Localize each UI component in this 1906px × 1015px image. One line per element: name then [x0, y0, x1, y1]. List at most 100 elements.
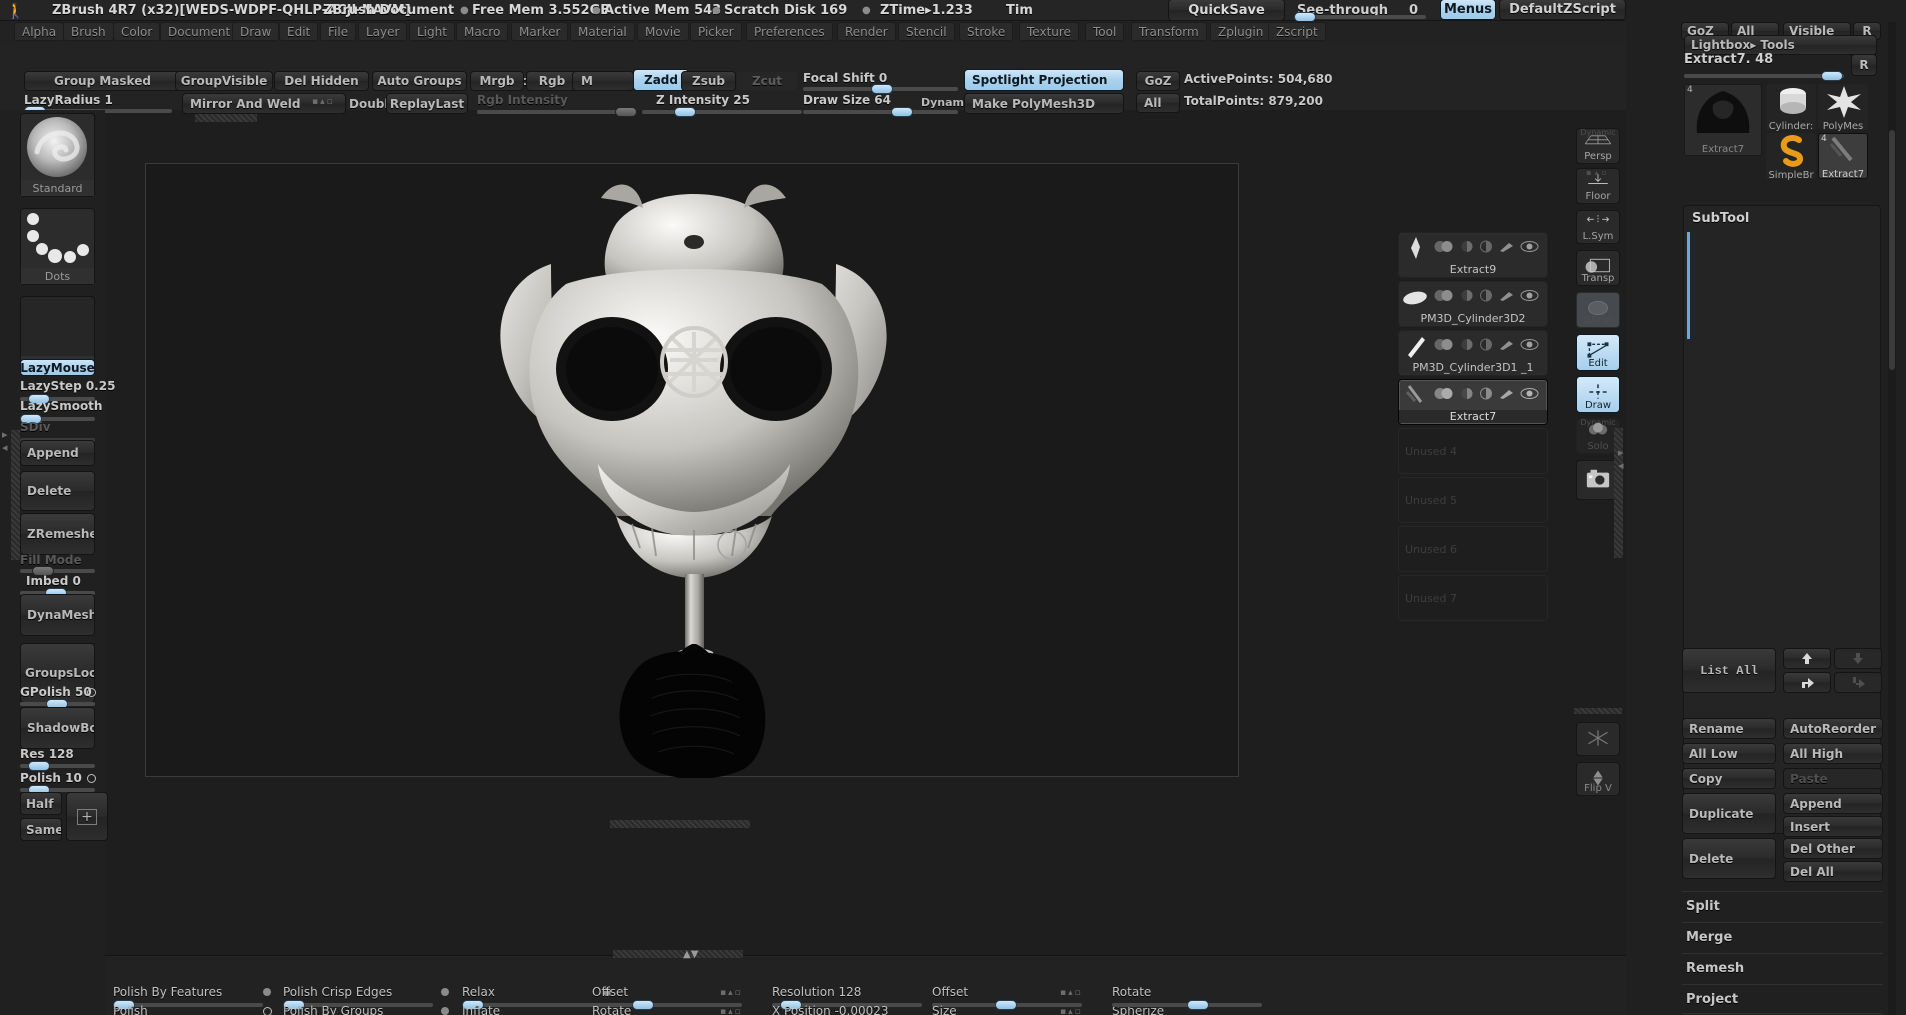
subtool-brush-icon[interactable] [1498, 336, 1515, 355]
canvas-bottom-grip[interactable] [610, 820, 750, 828]
focal-shift-slider[interactable] [803, 84, 958, 94]
tool-thumb-simplebrush[interactable]: SimpleBr [1766, 133, 1816, 181]
subtool-dual-circle-icon[interactable] [1433, 336, 1455, 355]
del-other-button[interactable]: Del Other [1783, 838, 1883, 859]
left-shelf-grip[interactable] [11, 430, 20, 560]
subtool-brush-icon[interactable] [1498, 238, 1515, 257]
lazy-mouse-toggle[interactable]: LazyMouse [20, 359, 95, 376]
all-low-button[interactable]: All Low [1682, 743, 1776, 764]
group-visible-button[interactable]: GroupVisible [175, 71, 273, 91]
subtool-half-circle-icon[interactable] [1460, 287, 1474, 306]
menu-item-stencil[interactable]: Stencil [898, 22, 955, 41]
subtool-row-pm3d-cylinder3d2[interactable]: PM3D_Cylinder3D2 [1398, 281, 1548, 327]
list-all-button[interactable]: List All [1682, 648, 1776, 693]
menu-item-picker[interactable]: Picker [690, 22, 742, 41]
menu-item-texture[interactable]: Texture [1019, 22, 1079, 41]
move-out-button[interactable] [1783, 672, 1831, 693]
rotate-2-slider[interactable] [1112, 1000, 1262, 1010]
canvas-top-grip[interactable] [195, 114, 257, 122]
menu-item-movie[interactable]: Movie [637, 22, 689, 41]
subtool-row-extract7[interactable]: Extract7 [1398, 379, 1548, 425]
subtool-menu-merge[interactable]: Merge [1686, 930, 1732, 945]
menu-item-light[interactable]: Light [409, 22, 455, 41]
subtool-half-circle-icon[interactable] [1460, 336, 1474, 355]
rail-grip-lower-a[interactable] [1574, 708, 1622, 714]
fill-mode-slider[interactable] [20, 566, 95, 576]
rgb-intensity-slider[interactable] [477, 107, 637, 117]
menu-item-tool[interactable]: Tool [1085, 22, 1125, 41]
subtool-eye-icon[interactable] [1520, 238, 1539, 257]
subtool-menu-split[interactable]: Split [1686, 899, 1720, 914]
subtool-split-circle-icon[interactable] [1479, 287, 1493, 306]
brush-swatch[interactable]: Standard [20, 113, 95, 197]
subtool-eye-icon[interactable] [1520, 385, 1539, 404]
transp-button[interactable]: Transp [1576, 250, 1620, 286]
z-intensity-slider[interactable] [642, 107, 802, 117]
all-button[interactable]: All [1136, 93, 1180, 113]
dynamesh-button[interactable]: DynaMesh [20, 594, 95, 636]
menu-item-zplugin[interactable]: Zplugin [1210, 22, 1272, 41]
polish-by-groups-dot-icon[interactable] [441, 1007, 449, 1015]
polish-crisp-edges-dot-icon[interactable] [441, 988, 449, 996]
move-up-button[interactable] [1783, 648, 1831, 669]
subtool-unused-4[interactable]: Unused 4 [1398, 428, 1548, 474]
menu-item-stroke[interactable]: Stroke [959, 22, 1014, 41]
zsub-button[interactable]: Zsub [681, 71, 736, 91]
menu-item-edit[interactable]: Edit [279, 22, 319, 41]
subtool-menu-remesh[interactable]: Remesh [1686, 961, 1744, 976]
right-panel-scroll-thumb[interactable] [1889, 130, 1895, 370]
quicksave-button[interactable]: QuickSave [1168, 0, 1285, 21]
gpolish-circle-icon[interactable] [87, 688, 96, 697]
menu-item-preferences[interactable]: Preferences [746, 22, 833, 41]
tool-slider[interactable] [1684, 71, 1844, 81]
del-hidden-button[interactable]: Del Hidden [274, 71, 369, 91]
menu-item-zscript[interactable]: Zscript [1268, 22, 1326, 41]
tool-thumb-extract7-small[interactable]: 4 Extract7 [1818, 133, 1868, 179]
duplicate-button[interactable]: Duplicate [1682, 793, 1776, 834]
stroke-swatch[interactable]: Dots [20, 208, 95, 285]
bottom-shelf-grip[interactable] [613, 950, 743, 958]
subtool-unused-6[interactable]: Unused 6 [1398, 526, 1548, 572]
mrgb-button[interactable]: Mrgb [470, 71, 524, 91]
polish-by-features-dot-icon[interactable] [263, 988, 271, 996]
append-subtool-button[interactable]: Append [1783, 793, 1883, 814]
menu-item-brush[interactable]: Brush [63, 22, 114, 41]
edit-button[interactable]: Edit [1576, 334, 1620, 371]
move-in-button[interactable] [1834, 672, 1882, 693]
append-button[interactable]: Append [20, 440, 95, 466]
spotlight-projection-button[interactable]: Spotlight Projection [964, 69, 1124, 91]
shadowbox-button[interactable]: ShadowBox [20, 707, 95, 749]
subtool-scroll-indicator[interactable] [1687, 232, 1690, 339]
rgb-button[interactable]: Rgb [526, 71, 578, 91]
draw-button[interactable]: Draw [1576, 376, 1620, 413]
polish-circle-icon[interactable] [87, 774, 96, 783]
menus-toggle[interactable]: Menus [1440, 0, 1496, 20]
tool-r-button[interactable]: R [1851, 54, 1877, 76]
same-button[interactable]: Same [20, 818, 62, 841]
rail-collapse-arrow-icon[interactable]: ▸ ◂ [1618, 446, 1624, 472]
subtool-split-circle-icon[interactable] [1479, 385, 1493, 404]
ghost-button[interactable]: Ghost [1576, 292, 1620, 328]
subtool-brush-icon[interactable] [1498, 287, 1515, 306]
goz-button[interactable]: GoZ [1136, 71, 1180, 91]
lower-tool-b[interactable]: Flip V [1576, 762, 1620, 796]
persp-button[interactable]: Dynamic Persp [1576, 128, 1620, 164]
polish-circle-icon-bottom[interactable] [263, 1007, 272, 1015]
auto-reorder-button[interactable]: AutoReorder [1783, 718, 1883, 739]
rename-button[interactable]: Rename [1682, 718, 1776, 739]
bottom-shelf-arrows-icon[interactable]: ▲▼ [683, 949, 698, 960]
make-polymesh3d-button[interactable]: Make PolyMesh3D [964, 93, 1124, 114]
lsym-button[interactable]: L.Sym [1576, 210, 1620, 244]
subtool-half-circle-icon[interactable] [1460, 238, 1474, 257]
floor-button[interactable]: ▪▴▫ Floor [1576, 168, 1620, 204]
subtool-half-circle-icon[interactable] [1460, 385, 1474, 404]
gpolish-slider[interactable] [20, 699, 95, 709]
zcut-button[interactable]: Zcut [736, 71, 798, 91]
m-button[interactable]: M [572, 71, 634, 91]
insert-subtool-button[interactable]: Insert [1783, 816, 1883, 837]
left-collapse-arrow-icon[interactable]: ▸ ◂ [2, 428, 8, 454]
subtool-dual-circle-icon[interactable] [1433, 385, 1455, 404]
res-slider[interactable] [20, 761, 95, 771]
subtool-visibility-icons[interactable] [1433, 335, 1545, 355]
subtool-visibility-icons[interactable] [1433, 384, 1545, 404]
